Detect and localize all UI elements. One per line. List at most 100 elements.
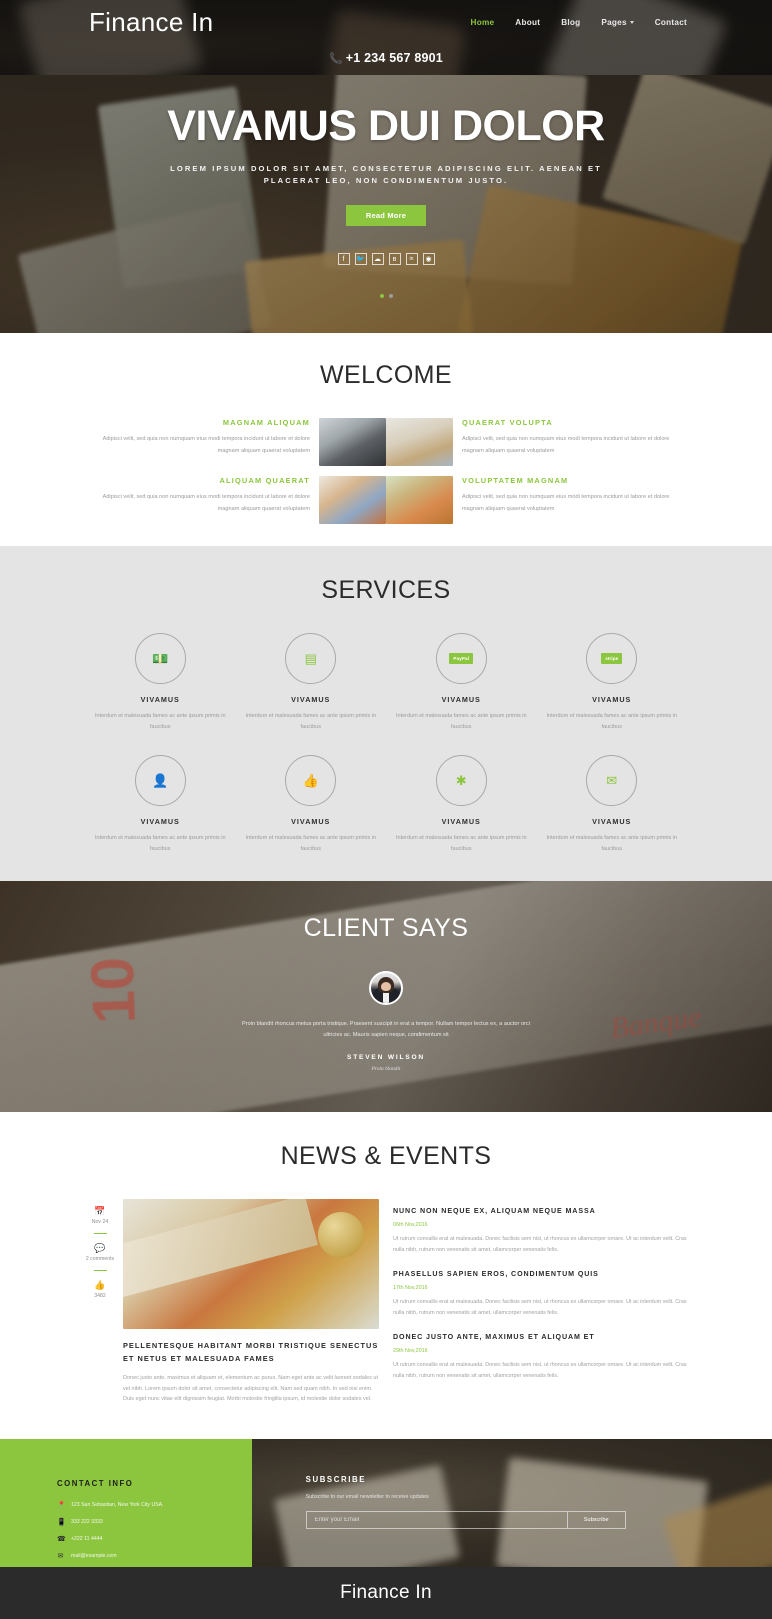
footer-top: CONTACT INFO 📍 123 San Sebastian, New Yo… <box>0 1438 772 1567</box>
comment-icon: 💬 <box>94 1243 106 1253</box>
post-title[interactable]: NUNC NON NEQUE EX, ALIQUAM NEQUE MASSA <box>393 1205 687 1217</box>
services-section: SERVICES 💵 VIVAMUS Interdum et malesuada… <box>0 546 772 881</box>
service-icon-circle[interactable]: ✱ <box>435 755 487 806</box>
header-phone[interactable]: 📞 +1 234 567 8901 <box>0 49 772 67</box>
service-name: VIVAMUS <box>592 817 632 826</box>
linkedin-icon[interactable]: in <box>405 253 418 265</box>
contact-info-panel: CONTACT INFO 📍 123 San Sebastian, New Yo… <box>0 1438 252 1567</box>
contact-address: 📍 123 San Sebastian, New York City USA. <box>57 1501 252 1509</box>
asterisk-icon: ✱ <box>455 773 467 788</box>
service-item: PayPal VIVAMUS Interdum et malesuada fam… <box>386 633 537 733</box>
nav-item-blog[interactable]: Blog <box>561 18 580 27</box>
service-icon-circle[interactable]: stripe <box>586 633 638 684</box>
testimonial-title: CLIENT SAYS <box>303 914 469 942</box>
money-bill-icon: 💵 <box>152 651 169 666</box>
welcome-item: QUAERAT VOLUPTA Adipisci velit, sed quia… <box>386 418 687 466</box>
testimonial-role: Proin blandit <box>371 1066 401 1072</box>
nav-item-home[interactable]: Home <box>471 18 495 27</box>
service-icon-circle[interactable]: 👤 <box>134 755 186 806</box>
post-excerpt: Ut rutrum convallis erat at malesuada. D… <box>393 1236 687 1253</box>
contact-mobile-text: 333 222 3333 <box>71 1518 103 1525</box>
featured-post-title[interactable]: PELLENTESQUE HABITANT MORBI TRISTIQUE SE… <box>123 1339 379 1365</box>
welcome-item: VOLUPTATEM MAGNAM Adipisci velit, sed qu… <box>386 476 687 524</box>
service-icon-circle[interactable]: ▤ <box>285 633 337 684</box>
services-row: 👤 VIVAMUS Interdum et malesuada fames ac… <box>85 755 687 855</box>
post-comments: 2 comments <box>85 1256 115 1262</box>
service-name: VIVAMUS <box>291 695 331 704</box>
service-item: stripe VIVAMUS Interdum et malesuada fam… <box>537 633 688 733</box>
welcome-row: ALIQUAM QUAERAT Adipisci velit, sed quia… <box>85 476 687 524</box>
welcome-item-image <box>319 418 386 466</box>
contact-email-text[interactable]: mail@example.com <box>71 1553 117 1559</box>
avatar <box>369 971 403 1005</box>
welcome-item-image <box>386 476 453 524</box>
read-more-button[interactable]: Read More <box>345 205 427 226</box>
slider-dots <box>85 294 687 298</box>
subscribe-description: Subscribe to our email newsletter to rec… <box>305 1493 429 1500</box>
phone-icon: ☎ <box>57 1535 66 1543</box>
rss-icon[interactable]: ☁ <box>371 253 384 265</box>
subscribe-button[interactable]: Subscribe <box>566 1511 625 1528</box>
twitter-icon[interactable]: 🐦 <box>354 253 367 265</box>
service-icon-circle[interactable]: 👍 <box>285 755 337 806</box>
post-date: 17th Nov,2016 <box>393 1285 428 1291</box>
subscribe-title: SUBSCRIBE <box>305 1474 366 1484</box>
post-likes: 3482 <box>94 1293 106 1299</box>
phone-volume-icon: 📞 <box>329 53 343 65</box>
slider-dot-2[interactable] <box>388 294 393 298</box>
service-desc: Interdum et malesuada fames ac ante ipsu… <box>546 835 678 852</box>
service-desc: Interdum et malesuada fames ac ante ipsu… <box>94 713 226 730</box>
contact-address-text: 123 San Sebastian, New York City USA. <box>71 1501 164 1508</box>
welcome-item-heading: QUAERAT VOLUPTA <box>462 418 553 427</box>
site-brand[interactable]: Finance In <box>85 6 213 38</box>
email-field[interactable] <box>306 1511 567 1528</box>
contact-phone: ☎ +222 11 4444 <box>57 1535 252 1543</box>
envelope-icon: ✉ <box>57 1552 64 1560</box>
welcome-item-heading: VOLUPTATEM MAGNAM <box>462 476 569 485</box>
post-meta: 📅 Nov 24 💬 2 comments 👍 3482 <box>85 1199 115 1405</box>
service-desc: Interdum et malesuada fames ac ante ipsu… <box>395 713 527 730</box>
welcome-item-image <box>319 476 386 524</box>
welcome-item-text: Adipisci velit, sed quia non numquam eiu… <box>102 436 310 454</box>
facebook-icon[interactable]: f <box>337 253 350 265</box>
service-name: VIVAMUS <box>592 695 632 704</box>
welcome-item-image <box>386 418 453 466</box>
nav-item-contact[interactable]: Contact <box>655 18 687 27</box>
meta-divider <box>93 1233 107 1234</box>
post-title[interactable]: PHASELLUS SAPIEN EROS, CONDIMENTUM QUIS <box>393 1268 687 1280</box>
featured-post-text: Donec justo ante, maximus et aliquam et,… <box>123 1375 378 1402</box>
slider-dot-1[interactable] <box>379 294 384 298</box>
nav-item-pages[interactable]: Pages <box>601 18 634 27</box>
service-icon-circle[interactable]: 💵 <box>134 633 186 684</box>
service-icon-circle[interactable]: PayPal <box>435 633 487 684</box>
post-title[interactable]: DONEC JUSTO ANTE, MAXIMUS ET ALIQUAM ET <box>393 1331 687 1343</box>
thumbs-up-icon: 👍 <box>94 1280 106 1290</box>
calendar-icon: 📅 <box>94 1206 106 1216</box>
services-row: 💵 VIVAMUS Interdum et malesuada fames ac… <box>85 633 687 733</box>
featured-post-image <box>123 1199 379 1329</box>
service-item: ✉ VIVAMUS Interdum et malesuada fames ac… <box>537 755 688 855</box>
stripe-icon: stripe <box>601 653 623 664</box>
hero-subtitle: LOREM IPSUM DOLOR SIT AMET, CONSECTETUR … <box>170 164 602 185</box>
service-name: VIVAMUS <box>140 695 180 704</box>
post-date: 29th Nov,2016 <box>393 1348 428 1354</box>
instagram-icon[interactable]: ◉ <box>422 253 435 265</box>
service-desc: Interdum et malesuada fames ac ante ipsu… <box>245 835 377 852</box>
credit-card-icon: ▤ <box>304 651 317 666</box>
vk-icon[interactable]: в <box>388 253 401 265</box>
welcome-item: ALIQUAM QUAERAT Adipisci velit, sed quia… <box>85 476 386 524</box>
testimonial-section: 10 Banque CLIENT SAYS Proin blandit rhon… <box>0 881 772 1112</box>
phone-number: +1 234 567 8901 <box>345 51 443 65</box>
service-icon-circle[interactable]: ✉ <box>586 755 638 806</box>
service-name: VIVAMUS <box>140 817 180 826</box>
service-name: VIVAMUS <box>291 817 331 826</box>
footer-bottom: Finance In <box>0 1566 772 1619</box>
contact-info-title: CONTACT INFO <box>57 1478 134 1488</box>
service-desc: Interdum et malesuada fames ac ante ipsu… <box>546 713 678 730</box>
service-item: 💵 VIVAMUS Interdum et malesuada fames ac… <box>85 633 236 733</box>
contact-email: ✉ mail@example.com <box>57 1552 252 1560</box>
news-title: NEWS & EVENTS <box>280 1142 492 1170</box>
testimonial-quote: Proin blandit rhoncus metus porta tristi… <box>242 1021 530 1038</box>
site-header: Finance In Home About Blog Pages Contact… <box>0 0 772 75</box>
nav-item-about[interactable]: About <box>515 18 540 27</box>
